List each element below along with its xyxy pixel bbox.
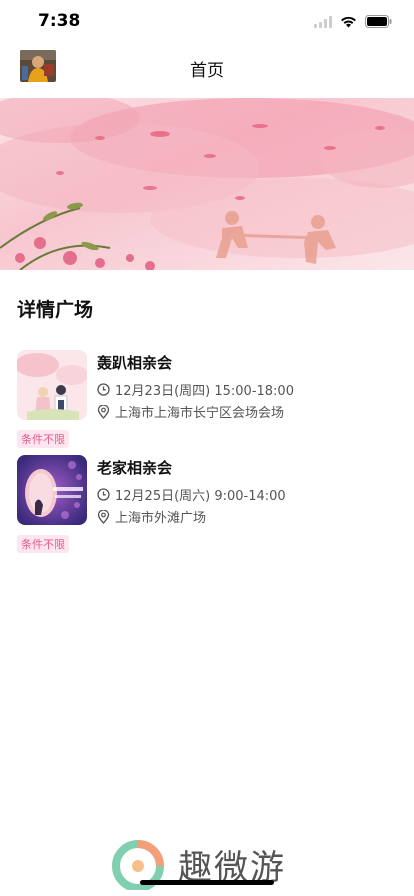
event-name: 轰趴相亲会 — [97, 354, 173, 372]
event-thumbnail — [17, 350, 87, 420]
event-datetime: 12月23日(周四) 15:00-18:00 — [115, 384, 294, 399]
signal-icon — [314, 15, 332, 28]
clock-icon — [97, 488, 110, 501]
status-bar: 7:38 — [0, 0, 414, 44]
location-pin-icon — [97, 509, 110, 524]
list-item[interactable]: 轰趴相亲会 12月23日(周四) 15:00-18:00 上海市上海市长宁区会场… — [17, 350, 397, 450]
hero-banner[interactable] — [0, 98, 414, 270]
page-title: 首页 — [190, 61, 224, 81]
event-location: 上海市外滩广场 — [97, 507, 206, 526]
location-pin-icon — [97, 404, 110, 419]
event-thumbnail — [17, 455, 87, 525]
list-item[interactable]: 老家相亲会 12月25日(周六) 9:00-14:00 上海市外滩广场 条件不限 — [17, 455, 397, 555]
condition-tag: 条件不限 — [17, 535, 69, 553]
status-time: 7:38 — [38, 11, 81, 31]
section-title: 详情广场 — [17, 299, 94, 321]
event-address: 上海市外滩广场 — [115, 511, 207, 526]
nav-bar: 首页 — [0, 44, 414, 90]
wifi-icon — [341, 16, 356, 27]
event-datetime: 12月25日(周六) 9:00-14:00 — [115, 489, 286, 504]
event-time: 12月25日(周六) 9:00-14:00 — [97, 485, 286, 504]
event-name: 老家相亲会 — [97, 459, 173, 477]
event-address: 上海市上海市长宁区会场会场 — [115, 406, 285, 421]
event-time: 12月23日(周四) 15:00-18:00 — [97, 380, 294, 399]
home-indicator[interactable] — [140, 880, 274, 885]
event-location: 上海市上海市长宁区会场会场 — [97, 402, 284, 421]
battery-icon — [365, 15, 392, 28]
clock-icon — [97, 383, 110, 396]
condition-tag: 条件不限 — [17, 430, 69, 448]
status-icons — [314, 15, 392, 28]
